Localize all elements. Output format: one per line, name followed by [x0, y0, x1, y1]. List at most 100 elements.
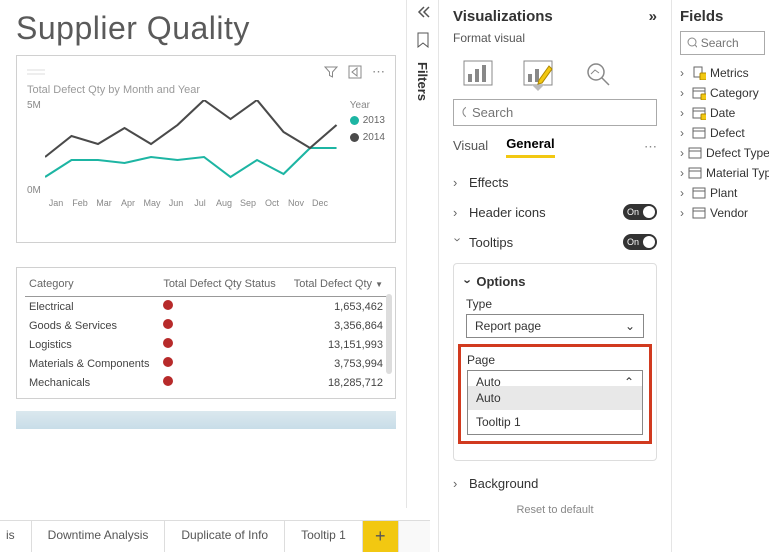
status-dot-icon [163, 319, 173, 329]
tab-general[interactable]: General [506, 136, 554, 158]
legend-item[interactable]: 2014 [350, 132, 385, 143]
field-table-metrics[interactable]: ›Metrics [680, 63, 765, 83]
measure-table-icon [692, 66, 706, 80]
drag-handle-icon[interactable] [27, 69, 314, 75]
chevron-right-icon: › [680, 166, 684, 180]
map-visual[interactable] [16, 411, 396, 429]
fields-search-input[interactable] [701, 36, 758, 50]
chevron-right-icon: › [453, 205, 463, 220]
pane-title: Visualizations [453, 8, 553, 25]
field-table-date[interactable]: ›Date [680, 103, 765, 123]
legend-item[interactable]: 2013 [350, 115, 385, 126]
field-table-plant[interactable]: ›Plant [680, 183, 765, 203]
table-icon [688, 146, 702, 160]
dropdown-option-tooltip1[interactable]: Tooltip 1 [468, 410, 642, 434]
table-row[interactable]: Materials & Components3,753,994 [25, 354, 387, 373]
page-label: Page [467, 353, 643, 367]
table-icon [688, 166, 702, 180]
report-canvas: Supplier Quality ⋯ Total Defect Qty by M… [0, 0, 404, 508]
status-dot-icon [163, 300, 173, 310]
chevron-right-icon: › [680, 86, 688, 100]
table-icon [692, 106, 706, 120]
filter-icon[interactable] [324, 65, 338, 79]
chevron-up-icon: ⌃ [624, 375, 634, 389]
chevron-right-icon: › [680, 206, 688, 220]
expand-icon[interactable] [416, 6, 430, 18]
highlight-region: Page Auto⌃ Auto Tooltip 1 [458, 344, 652, 444]
row-header-icons[interactable]: ›Header iconsOn [453, 197, 657, 227]
chevron-down-icon: ⌄ [625, 319, 635, 333]
bookmark-icon[interactable] [415, 32, 431, 48]
tab-downtime-analysis[interactable]: Downtime Analysis [32, 521, 166, 552]
chevron-down-icon: › [451, 237, 466, 247]
chevron-right-icon: › [453, 175, 463, 190]
chevron-right-icon: › [680, 126, 688, 140]
add-page-button[interactable]: + [363, 521, 399, 552]
field-table-category[interactable]: ›Category [680, 83, 765, 103]
fields-search[interactable] [680, 31, 765, 55]
field-table-defect-type[interactable]: ›Defect Type [680, 143, 765, 163]
table-row[interactable]: Mechanicals18,285,712 [25, 373, 387, 392]
field-table-vendor[interactable]: ›Vendor [680, 203, 765, 223]
page-dropdown-list: Auto Tooltip 1 [467, 386, 643, 435]
pane-subtitle: Format visual [453, 31, 657, 45]
row-effects[interactable]: ›Effects [453, 168, 657, 197]
table-row[interactable]: Goods & Services3,356,864 [25, 316, 387, 335]
chevron-down-icon[interactable]: › [461, 279, 476, 283]
table-icon [692, 206, 706, 220]
more-icon[interactable]: ⋯ [644, 139, 657, 155]
field-table-material-type[interactable]: ›Material Type [680, 163, 765, 183]
type-label: Type [466, 297, 644, 311]
table-row[interactable]: Electrical1,653,462 [25, 297, 387, 317]
filters-label: Filters [415, 62, 430, 101]
tab-duplicate-of-info[interactable]: Duplicate of Info [165, 521, 285, 552]
row-background[interactable]: ›Background [453, 469, 657, 498]
reset-to-default[interactable]: Reset to default [453, 498, 657, 522]
table-row[interactable]: Logistics13,151,993 [25, 335, 387, 354]
chart-subtitle: Total Defect Qty by Month and Year [27, 84, 385, 96]
row-tooltips[interactable]: ›TooltipsOn [453, 227, 657, 257]
type-dropdown[interactable]: Report page⌄ [466, 314, 644, 338]
expand-pane-icon[interactable]: » [649, 8, 657, 25]
search-icon [687, 37, 697, 49]
field-table-defect[interactable]: ›Defect [680, 123, 765, 143]
table-visual[interactable]: Category Total Defect Qty Status Total D… [16, 267, 396, 399]
format-visual-icon[interactable] [519, 57, 557, 89]
table-icon [692, 126, 706, 140]
options-card: ›Options Type Report page⌄ Page Auto⌃ Au… [453, 263, 657, 461]
toggle-header-icons[interactable]: On [623, 204, 657, 220]
dropdown-option-auto[interactable]: Auto [468, 386, 642, 410]
col-qty[interactable]: Total Defect Qty ▼ [285, 272, 387, 297]
chevron-right-icon: › [680, 106, 688, 120]
chevron-right-icon: › [680, 186, 688, 200]
filters-pane-collapsed[interactable]: Filters [406, 0, 438, 508]
format-search[interactable] [453, 99, 657, 126]
line-chart-visual[interactable]: ⋯ Total Defect Qty by Month and Year 5M … [16, 55, 396, 243]
tab-truncated[interactable]: is [0, 521, 32, 552]
col-status[interactable]: Total Defect Qty Status [159, 272, 285, 297]
build-visual-icon[interactable] [459, 57, 497, 89]
chart-legend: Year 2013 2014 [350, 100, 385, 196]
col-category[interactable]: Category [25, 272, 159, 297]
focus-mode-icon[interactable] [348, 65, 362, 79]
status-dot-icon [163, 338, 173, 348]
chevron-right-icon: › [453, 476, 463, 491]
format-search-input[interactable] [472, 105, 648, 120]
status-dot-icon [163, 376, 173, 386]
analytics-icon[interactable] [579, 57, 617, 89]
scrollbar[interactable] [386, 294, 392, 374]
chevron-right-icon: › [680, 146, 684, 160]
tab-visual[interactable]: Visual [453, 138, 488, 157]
table-icon [692, 86, 706, 100]
table-icon [692, 186, 706, 200]
visualizations-pane: Visualizations » Format visual Visual Gen… [438, 0, 672, 552]
toggle-tooltips[interactable]: On [623, 234, 657, 250]
chart-y-axis: 5M 0M [27, 100, 41, 196]
tab-tooltip-1[interactable]: Tooltip 1 [285, 521, 363, 552]
page-title: Supplier Quality [16, 10, 396, 47]
fields-pane: Fields ›Metrics ›Category ›Date ›Defect … [672, 0, 769, 552]
status-dot-icon [163, 357, 173, 367]
more-options-icon[interactable]: ⋯ [372, 64, 385, 80]
line-chart-plot [45, 100, 342, 196]
chevron-right-icon: › [680, 66, 688, 80]
